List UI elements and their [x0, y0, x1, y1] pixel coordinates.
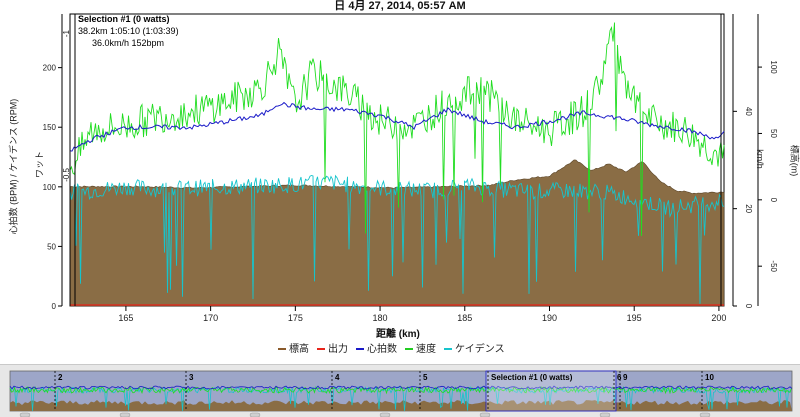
legend-item: 速度 [405, 344, 436, 355]
x-tick-label: 185 [457, 313, 472, 323]
overview-marker-label: 2 [58, 373, 63, 382]
y-tick-label-altitude: 0 [769, 198, 778, 203]
y-tick-label-watts: -0.5 [62, 167, 71, 181]
legend-item: ケイデンス [444, 344, 505, 355]
y-tick-label-watts: -1 [62, 29, 71, 37]
overview-marker-label: 4 [335, 373, 340, 382]
y-tick-label: 0 [52, 302, 57, 311]
overview-scroll-nub[interactable] [20, 413, 30, 417]
legend-item: 標高 [278, 344, 309, 355]
legend-label: 心拍数 [367, 344, 397, 355]
legend-swatch [356, 348, 364, 350]
legend-swatch [278, 348, 286, 350]
selection-summary: Selection #1 (0 watts) 38.2km 1:05:10 (1… [78, 13, 179, 49]
y-axis-label-speed: km/h [755, 144, 765, 174]
overview-marker-label: Selection #1 (0 watts) [491, 373, 573, 382]
selection-speed-hr: 36.0km/h 152bpm [78, 37, 179, 49]
x-tick-label: 165 [118, 313, 133, 323]
y-tick-label-altitude: 100 [769, 60, 778, 74]
overview-scroll-nub[interactable] [380, 413, 390, 417]
y-tick-label: 150 [43, 123, 57, 132]
legend-label: ケイデンス [455, 344, 505, 355]
ride-overview-strip[interactable]: 2 3 4 5 Selection #1 (0 watts) 69 10 [0, 364, 800, 417]
x-tick-label: 180 [373, 313, 388, 323]
selection-distance-time: 38.2km 1:05:10 (1:03:39) [78, 25, 179, 37]
overview-scroll-nub[interactable] [480, 413, 490, 417]
y-tick-label: 200 [43, 64, 57, 73]
x-tick-label: 170 [203, 313, 218, 323]
y-tick-label-speed: 0 [744, 304, 753, 309]
overview-scroll-nub[interactable] [120, 413, 130, 417]
legend-label: 標高 [289, 344, 309, 355]
y-tick-label-speed: 20 [744, 204, 753, 213]
legend-label: 出力 [328, 344, 348, 355]
overview-scroll-nub[interactable] [250, 413, 260, 417]
x-axis-label: 距離 (km) [376, 325, 420, 340]
x-tick-label: 195 [627, 313, 642, 323]
overview-marker-label: 3 [189, 373, 194, 382]
legend-item: 心拍数 [356, 344, 397, 355]
y-tick-label-altitude: -50 [769, 260, 778, 272]
overview-marker-label: 5 [423, 373, 428, 382]
chart-legend: 標高 出力 心拍数 速度 ケイデンス [278, 340, 513, 355]
overview-plot[interactable]: 2 3 4 5 Selection #1 (0 watts) 69 10 [0, 365, 800, 417]
y-tick-label-speed: 40 [744, 107, 753, 116]
legend-item: 出力 [317, 344, 348, 355]
y-tick-label: 100 [43, 183, 57, 192]
legend-swatch [444, 348, 452, 350]
legend-swatch [405, 348, 413, 350]
overview-scroll-nub[interactable] [600, 413, 610, 417]
overview-scroll-nub[interactable] [700, 413, 710, 417]
ride-chart[interactable]: 165170175180185190195200050100150200-1-0… [0, 0, 800, 340]
overview-marker-label: 6 [617, 373, 622, 382]
selection-title: Selection #1 (0 watts) [78, 13, 179, 25]
legend-swatch [317, 348, 325, 350]
y-axis-label-hr-cadence: 心拍数 (BPM) / ケイデンス (RPM) [7, 92, 20, 242]
y-axis-label-watts: ワット [33, 150, 46, 180]
legend-label: 速度 [416, 344, 436, 355]
overview-marker-label: 9 [623, 373, 628, 382]
overview-marker-label: 10 [705, 373, 714, 382]
x-tick-label: 190 [542, 313, 557, 323]
x-tick-label: 200 [711, 313, 726, 323]
y-axis-label-altitude: 標高(m) [789, 136, 800, 186]
x-tick-label: 175 [288, 313, 303, 323]
y-tick-label: 50 [47, 242, 56, 251]
y-tick-label-altitude: 50 [769, 129, 778, 138]
